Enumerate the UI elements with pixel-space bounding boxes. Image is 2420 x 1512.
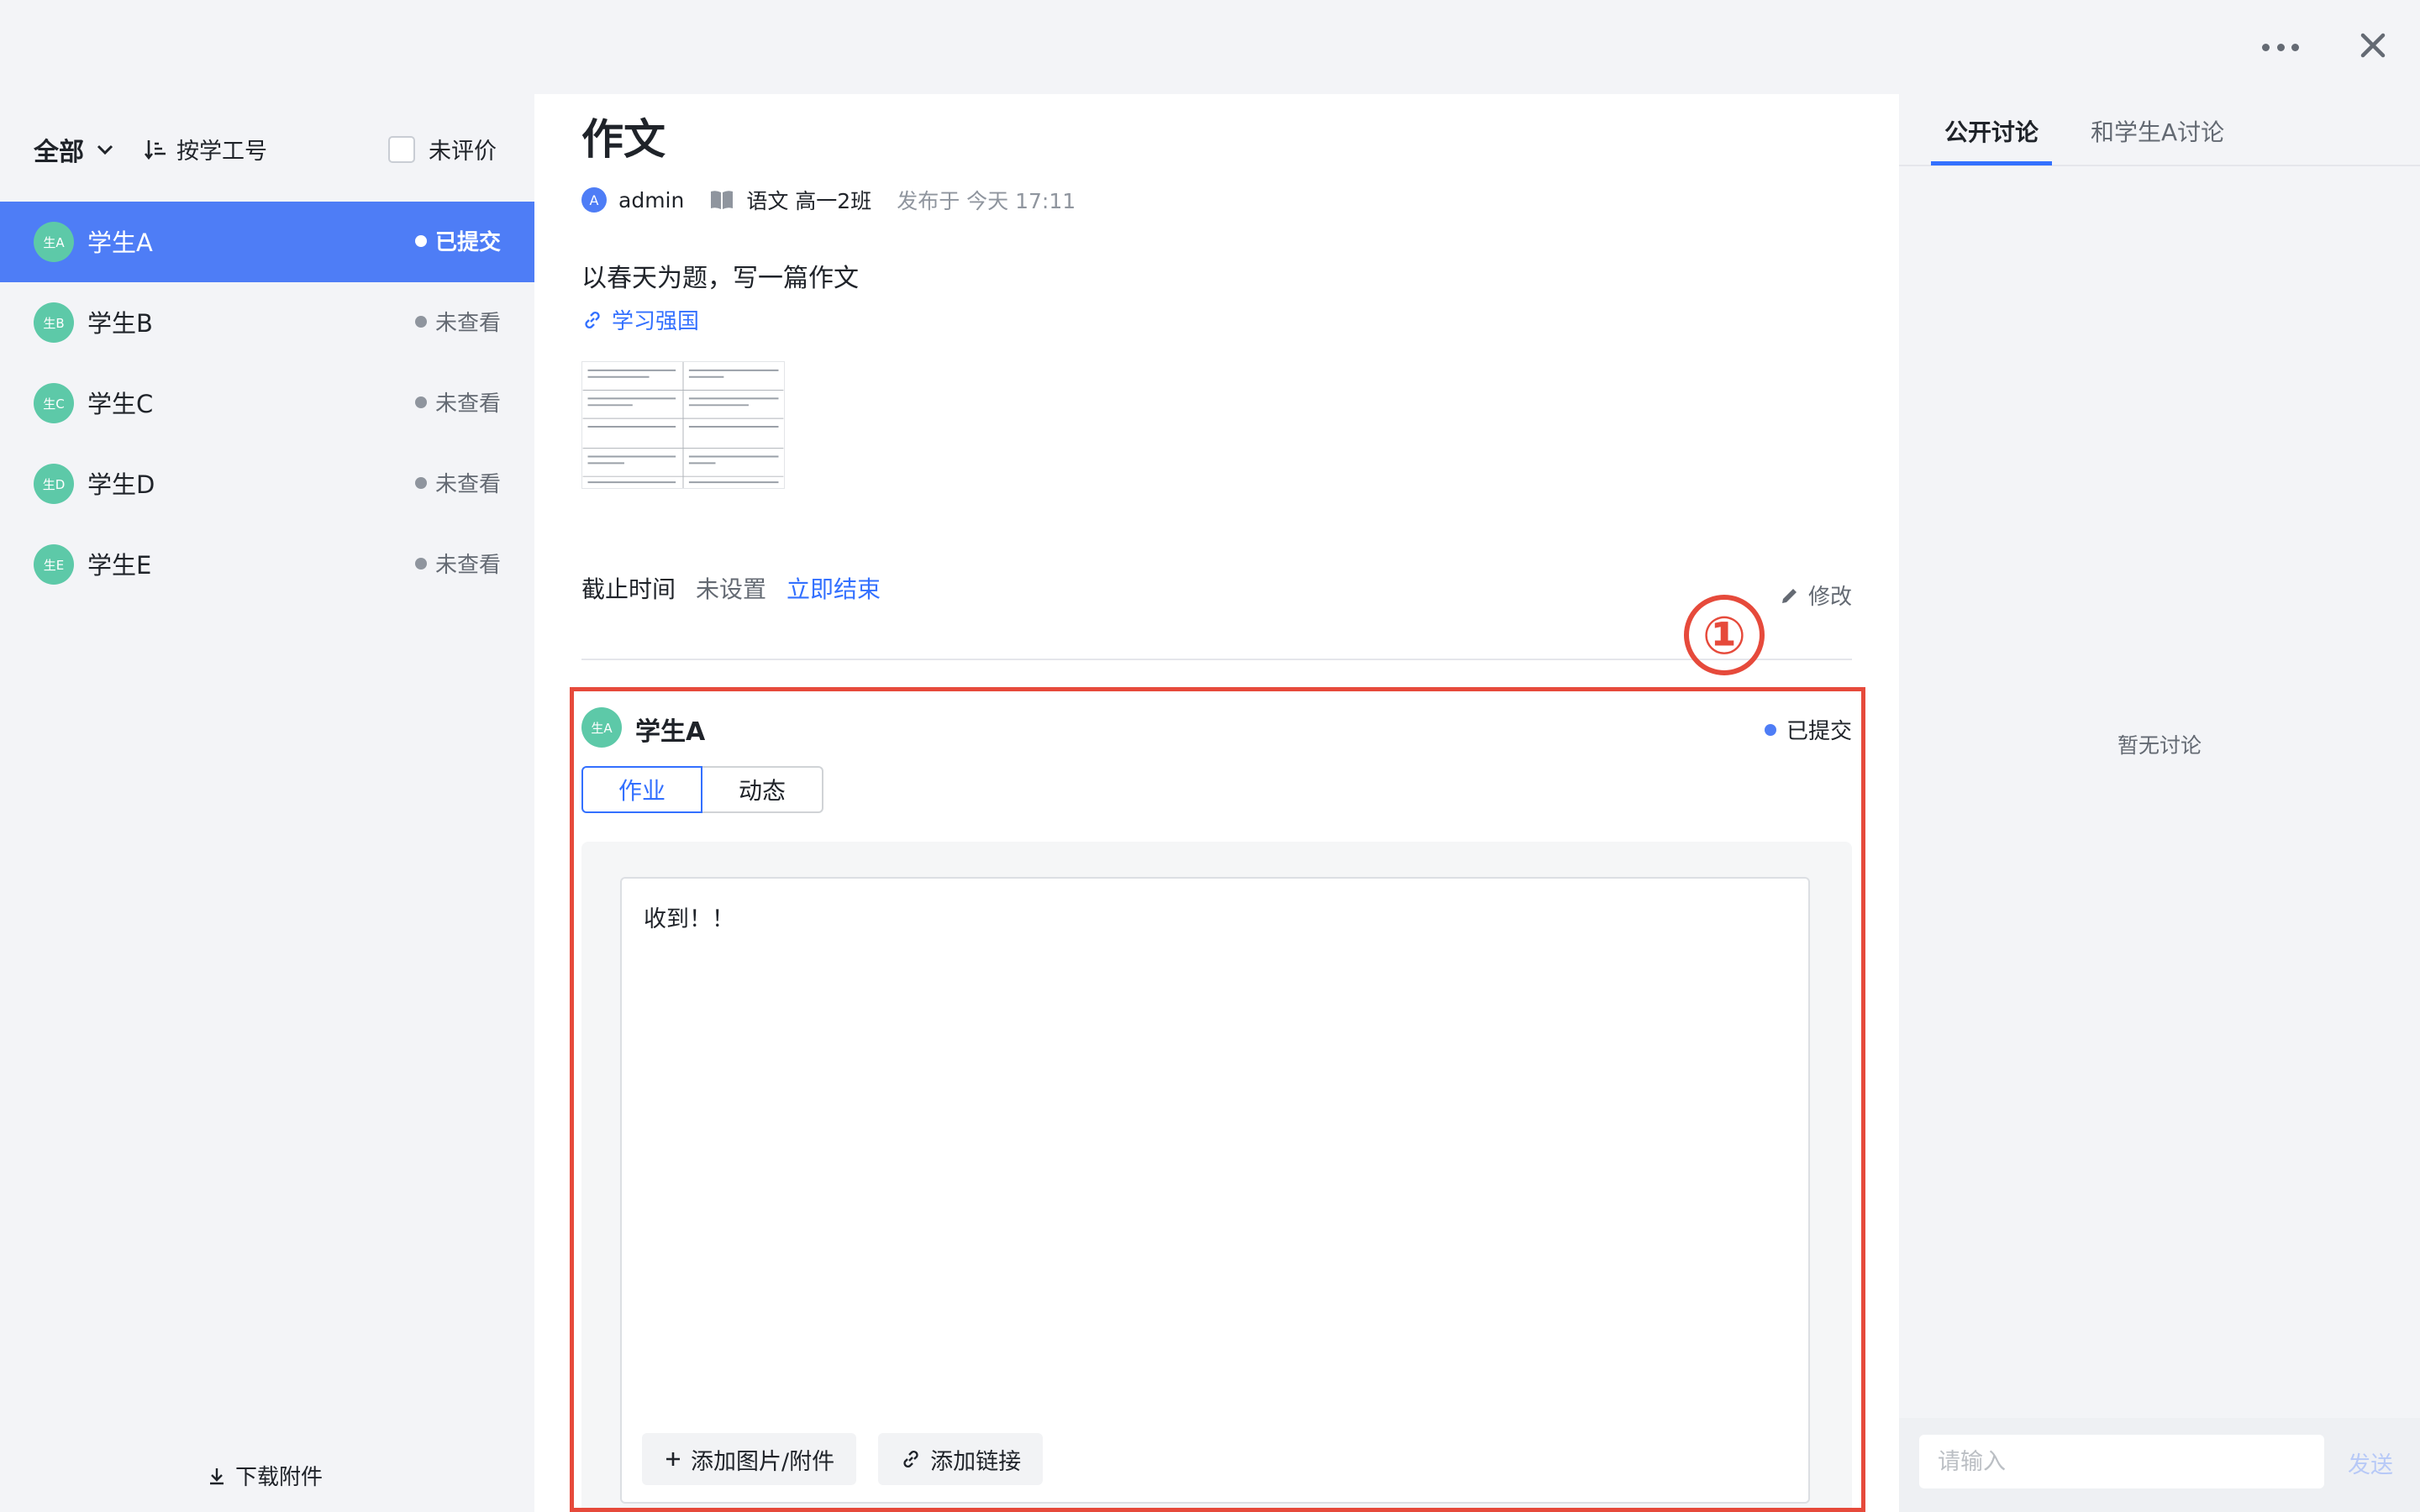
status-text: 未查看 <box>434 391 501 417</box>
status-dot <box>414 396 427 408</box>
annotation-marker: ① <box>1684 595 1765 675</box>
avatar: 生B <box>34 302 74 343</box>
student-name: 学生E <box>87 551 152 580</box>
student-row[interactable]: 生B 学生B 未查看 <box>0 282 534 363</box>
download-icon <box>210 1467 224 1484</box>
status-badge: 未查看 <box>414 548 501 579</box>
deadline-row: 截止时间 未设置 立即结束 <box>581 571 881 605</box>
tab-private-discussion[interactable]: 和学生A讨论 <box>2091 114 2224 148</box>
filter-all-label: 全部 <box>34 138 84 167</box>
divider <box>581 659 1852 660</box>
link-icon <box>585 311 600 328</box>
deadline-label: 截止时间 <box>581 575 676 603</box>
send-button[interactable]: 发送 <box>2348 1446 2393 1479</box>
status-text: 未查看 <box>434 472 501 497</box>
status-text: 已提交 <box>434 230 501 255</box>
close-icon[interactable] <box>2353 25 2393 66</box>
chat-input-bar: 发送 <box>1899 1418 2420 1512</box>
status-text: 未查看 <box>434 553 501 578</box>
student-name: 学生D <box>87 470 155 499</box>
author-name: admin <box>618 187 685 213</box>
avatar: 生D <box>34 464 74 504</box>
status-dot <box>414 315 427 328</box>
assignment-description: 以春天为题，写一篇作文 <box>581 264 859 293</box>
student-name: 学生B <box>87 309 153 338</box>
edit-label: 修改 <box>1807 585 1852 610</box>
status-badge: 未查看 <box>414 306 501 337</box>
status-dot <box>414 234 427 247</box>
annotation-highlight-box <box>570 687 1865 1512</box>
empty-state-text: 暂无讨论 <box>2117 733 2202 758</box>
status-badge: 未查看 <box>414 386 501 417</box>
active-tab-indicator <box>1931 161 2052 165</box>
chevron-down-icon <box>97 144 113 155</box>
sort-icon <box>144 139 166 160</box>
student-list: 生A 学生A 已提交 生B 学生B 未查看 生C 学生C 未查看 生D 学生D … <box>0 202 534 605</box>
student-row[interactable]: 生E 学生E 未查看 <box>0 524 534 605</box>
avatar: A <box>581 187 607 213</box>
discussion-tabs: 公开讨论 和学生A讨论 <box>1899 94 2420 166</box>
end-now-link[interactable]: 立即结束 <box>786 571 881 605</box>
chat-input[interactable] <box>1919 1435 2324 1488</box>
status-dot <box>414 476 427 489</box>
attachment-thumbnail[interactable] <box>581 361 785 489</box>
page-title: 作文 <box>581 115 666 164</box>
edit-button[interactable]: 修改 <box>1780 580 1852 611</box>
student-name: 学生C <box>87 390 154 418</box>
assignment-detail: 作文 A admin 语文 高一2班 发布于 今天 17:11 以春天为题，写一… <box>534 94 1899 1512</box>
discussion-panel: 公开讨论 和学生A讨论 暂无讨论 发送 <box>1899 94 2420 1512</box>
attached-link[interactable]: 学习强国 <box>581 304 699 335</box>
download-label: 下载附件 <box>235 1465 324 1490</box>
tab-public-discussion[interactable]: 公开讨论 <box>1944 114 2039 148</box>
status-badge: 未查看 <box>414 467 501 498</box>
sort-label: 按学工号 <box>176 139 267 165</box>
filter-bar: 全部 按学工号 未评价 <box>0 94 534 202</box>
unrated-label: 未评价 <box>429 139 497 165</box>
student-row[interactable]: 生C 学生C 未查看 <box>0 363 534 444</box>
student-row[interactable]: 生D 学生D 未查看 <box>0 444 534 524</box>
course-name: 语文 高一2班 <box>746 189 872 213</box>
unrated-filter-checkbox[interactable]: 未评价 <box>388 133 497 165</box>
deadline-value: 未设置 <box>696 575 767 603</box>
status-badge: 已提交 <box>414 225 501 256</box>
pencil-icon <box>1781 588 1797 603</box>
status-text: 未查看 <box>434 311 501 336</box>
filter-all-dropdown[interactable]: 全部 <box>34 131 116 168</box>
avatar: 生C <box>34 383 74 423</box>
publish-time: 发布于 今天 17:11 <box>897 189 1076 213</box>
avatar: 生A <box>34 222 74 262</box>
assignment-meta: A admin 语文 高一2班 发布于 今天 17:11 <box>581 185 1076 215</box>
student-panel: 全部 按学工号 未评价 生A 学生A 已提交 生B 学生B 未查看 生C 学生C… <box>0 94 534 1512</box>
status-dot <box>414 557 427 570</box>
link-label: 学习强国 <box>612 309 700 334</box>
sort-by-id-button[interactable]: 按学工号 <box>143 133 267 165</box>
download-attachments-button[interactable]: 下载附件 <box>207 1460 323 1491</box>
more-horizontal-icon[interactable] <box>2262 42 2299 52</box>
book-icon <box>711 191 734 209</box>
avatar: 生E <box>34 544 74 585</box>
top-bar <box>0 0 2420 94</box>
student-row[interactable]: 生A 学生A 已提交 <box>0 202 534 282</box>
checkbox[interactable] <box>388 135 415 163</box>
student-name: 学生A <box>87 228 153 257</box>
